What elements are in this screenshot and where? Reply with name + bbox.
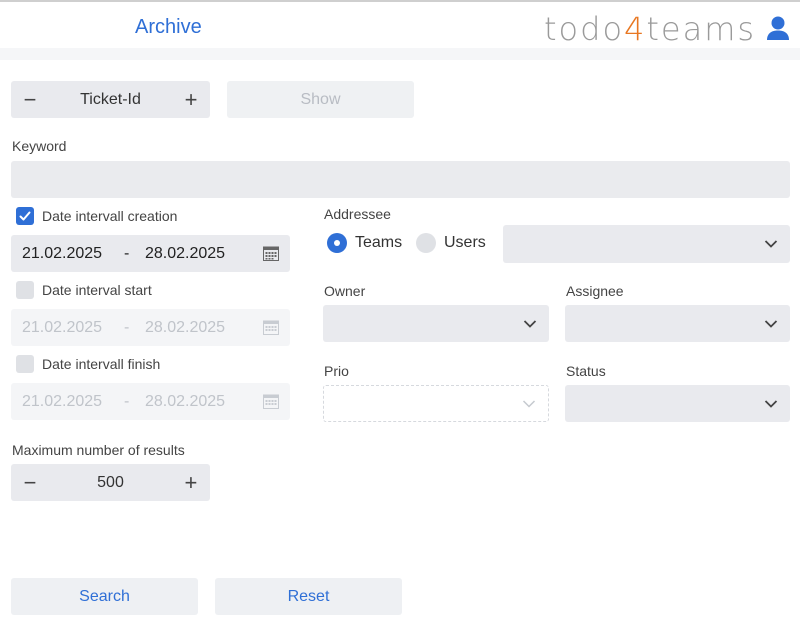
ticket-id-stepper: − Ticket-Id +: [11, 81, 210, 118]
date-creation-checkbox[interactable]: [16, 207, 34, 225]
assignee-select[interactable]: [565, 305, 790, 342]
date-finish-range[interactable]: 21.02.2025 - 28.02.2025: [11, 383, 290, 420]
addressee-users-label[interactable]: Users: [444, 234, 486, 252]
date-range-separator: -: [124, 318, 130, 336]
addressee-teams-label[interactable]: Teams: [355, 234, 402, 252]
brand-logo: todo4teams: [544, 10, 756, 48]
chevron-down-icon: [523, 319, 537, 328]
date-start-from[interactable]: 21.02.2025: [22, 319, 102, 337]
owner-select[interactable]: [323, 305, 549, 342]
date-start-range[interactable]: 21.02.2025 - 28.02.2025: [11, 309, 290, 346]
chevron-down-icon: [764, 399, 778, 408]
addressee-teams-radio[interactable]: [327, 233, 347, 253]
brand-suffix: teams: [646, 10, 757, 48]
brand-prefix: todo: [544, 10, 625, 48]
date-start-checkbox[interactable]: [16, 281, 34, 299]
chevron-down-icon: [764, 240, 778, 248]
chevron-down-icon: [522, 399, 536, 408]
brand-digit: 4: [624, 10, 647, 48]
user-icon[interactable]: [764, 14, 792, 42]
addressee-select[interactable]: [503, 225, 790, 263]
reset-button[interactable]: Reset: [215, 578, 402, 615]
max-results-increment-button[interactable]: +: [182, 470, 200, 495]
date-creation-from[interactable]: 21.02.2025: [22, 245, 102, 263]
calendar-icon[interactable]: [263, 245, 279, 261]
show-button[interactable]: Show: [227, 81, 414, 118]
owner-label: Owner: [324, 283, 366, 299]
date-finish-to[interactable]: 28.02.2025: [145, 393, 225, 411]
max-results-value[interactable]: 500: [97, 474, 124, 492]
date-range-separator: -: [124, 244, 130, 262]
date-finish-label: Date intervall finish: [42, 356, 161, 372]
ticket-id-label: Ticket-Id: [80, 90, 141, 108]
max-results-stepper: − 500 +: [11, 464, 210, 501]
date-finish-from[interactable]: 21.02.2025: [22, 393, 102, 411]
check-icon: [19, 211, 31, 221]
date-finish-checkbox[interactable]: [16, 355, 34, 373]
date-creation-to[interactable]: 28.02.2025: [145, 245, 225, 263]
calendar-icon[interactable]: [263, 393, 279, 409]
header-separator: [0, 48, 800, 60]
calendar-icon[interactable]: [263, 319, 279, 335]
status-select[interactable]: [565, 385, 790, 422]
date-start-label: Date interval start: [42, 282, 152, 298]
page-title: Archive: [135, 16, 202, 38]
ticket-id-decrement-button[interactable]: −: [21, 87, 39, 112]
ticket-id-increment-button[interactable]: +: [182, 87, 200, 112]
keyword-label: Keyword: [12, 138, 67, 154]
keyword-input[interactable]: [11, 161, 790, 198]
header: Archive todo4teams: [0, 2, 800, 48]
chevron-down-icon: [764, 319, 778, 328]
max-results-label: Maximum number of results: [12, 442, 185, 458]
date-creation-range[interactable]: 21.02.2025 - 28.02.2025: [11, 235, 290, 272]
max-results-decrement-button[interactable]: −: [21, 470, 39, 495]
addressee-label: Addressee: [324, 206, 391, 222]
search-button[interactable]: Search: [11, 578, 198, 615]
assignee-label: Assignee: [566, 283, 624, 299]
prio-select[interactable]: [323, 385, 549, 422]
status-label: Status: [566, 363, 606, 379]
date-range-separator: -: [124, 392, 130, 410]
prio-label: Prio: [324, 363, 349, 379]
date-start-to[interactable]: 28.02.2025: [145, 319, 225, 337]
date-creation-label: Date intervall creation: [42, 208, 178, 224]
addressee-users-radio[interactable]: [416, 233, 436, 253]
